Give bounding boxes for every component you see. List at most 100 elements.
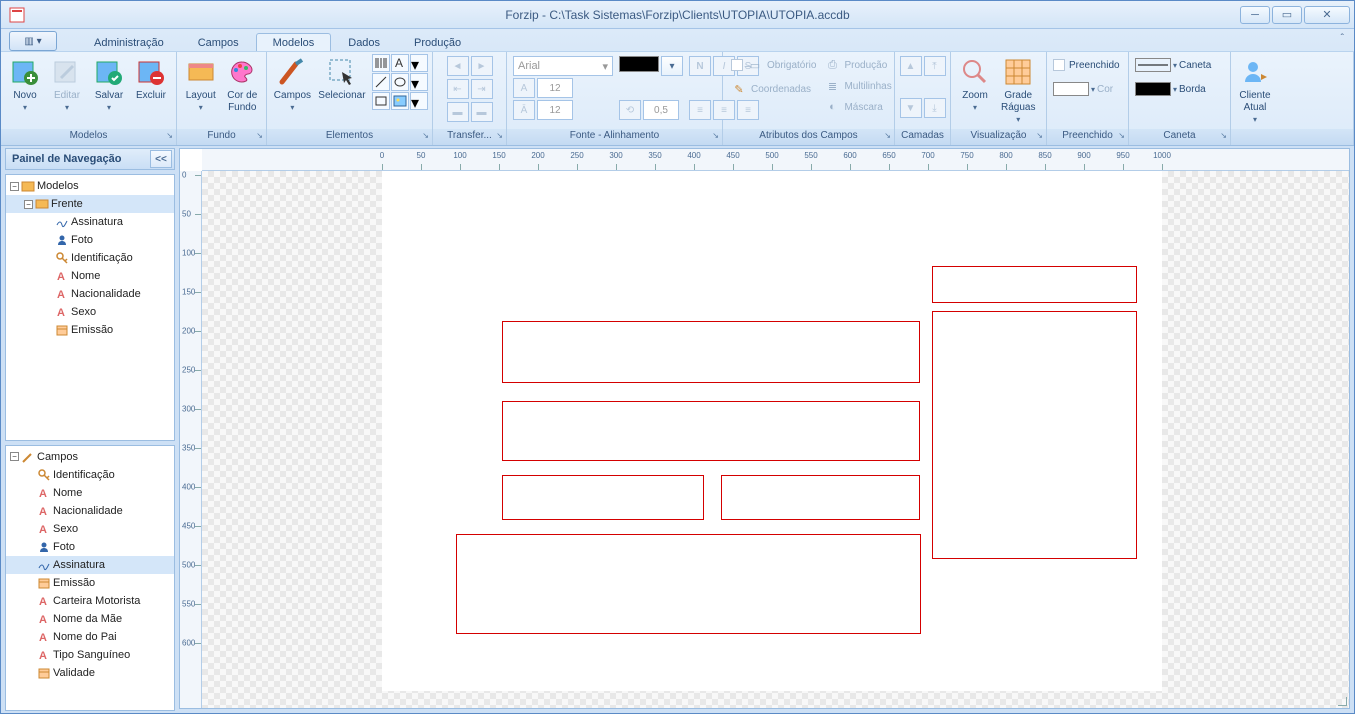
expand-icon[interactable]: −: [10, 452, 19, 461]
tree-root-campos[interactable]: − Campos: [6, 448, 174, 466]
pen-style-swatch[interactable]: [1135, 58, 1171, 72]
font-family-combo[interactable]: Arial▾: [513, 56, 613, 76]
tool-dropdown1[interactable]: ▾: [410, 54, 428, 72]
design-field-box[interactable]: [721, 475, 920, 520]
minimize-button[interactable]: ─: [1240, 6, 1270, 24]
design-field-box[interactable]: [456, 534, 921, 634]
campos-button[interactable]: Campos▾: [271, 54, 314, 116]
group-launcher[interactable]: ↘: [1036, 131, 1043, 140]
tab-produção[interactable]: Produção: [397, 33, 478, 51]
tree-root-modelos[interactable]: − Modelos: [6, 177, 174, 195]
font-size-spin[interactable]: 12: [537, 78, 573, 98]
design-field-box[interactable]: [502, 321, 920, 383]
selecionar-button[interactable]: Selecionar: [316, 54, 368, 104]
group-launcher[interactable]: ↘: [166, 131, 173, 140]
zoom-button[interactable]: Zoom▾: [955, 54, 995, 116]
excluir-button[interactable]: Excluir: [131, 54, 171, 104]
ribbon: ▥ ▾ AdministraçãoCamposModelosDadosProdu…: [1, 29, 1354, 146]
tree-item[interactable]: Assinatura: [6, 213, 174, 231]
transfer-first-button: ⇤: [447, 79, 469, 99]
field-icon: [55, 233, 69, 247]
tab-modelos[interactable]: Modelos: [256, 33, 332, 51]
tool-line[interactable]: [372, 73, 390, 91]
design-field-box[interactable]: [932, 311, 1137, 559]
tree-item[interactable]: Assinatura: [6, 556, 174, 574]
group-launcher[interactable]: ↘: [1220, 131, 1227, 140]
group-launcher[interactable]: ↘: [712, 131, 719, 140]
tree-item[interactable]: Emissão: [6, 574, 174, 592]
tree-item[interactable]: Foto: [6, 538, 174, 556]
tab-administração[interactable]: Administração: [77, 33, 181, 51]
layout-button[interactable]: Layout▾: [181, 54, 221, 116]
tool-image[interactable]: [391, 92, 409, 110]
resize-handle[interactable]: [1333, 692, 1347, 706]
tree-item[interactable]: Identificação: [6, 249, 174, 267]
tree-item[interactable]: Identificação: [6, 466, 174, 484]
tree-item[interactable]: Foto: [6, 231, 174, 249]
tree-item[interactable]: ANacionalidade: [6, 502, 174, 520]
tab-campos[interactable]: Campos: [181, 33, 256, 51]
tool-dropdown3[interactable]: ▾: [410, 92, 428, 110]
salvar-button[interactable]: Salvar▾: [89, 54, 129, 116]
font-color-swatch[interactable]: [619, 56, 659, 72]
font-size2-spin[interactable]: 12: [537, 100, 573, 120]
font-color-dropdown[interactable]: ▾: [661, 56, 683, 76]
nav-collapse-button[interactable]: <<: [150, 150, 172, 168]
tool-text[interactable]: A: [391, 54, 409, 72]
tool-ellipse[interactable]: [391, 73, 409, 91]
group-launcher[interactable]: ↘: [884, 131, 891, 140]
multi-icon: ≣: [824, 78, 840, 94]
tree-item[interactable]: ANome: [6, 267, 174, 285]
maximize-button[interactable]: ▭: [1272, 6, 1302, 24]
preenchido-check[interactable]: Preenchido: [1053, 58, 1120, 72]
border-color-swatch[interactable]: [1135, 82, 1171, 96]
group-caneta: ▾Caneta ▾Borda Caneta↘: [1129, 52, 1231, 145]
tree-item[interactable]: Validade: [6, 664, 174, 682]
novo-button[interactable]: Novo▾: [5, 54, 45, 116]
tool-barcode[interactable]: [372, 54, 390, 72]
producao-check[interactable]: ⎙Produção: [824, 56, 891, 74]
tree-item[interactable]: ANacionalidade: [6, 285, 174, 303]
tree-item[interactable]: ASexo: [6, 520, 174, 538]
cor-fundo-button[interactable]: Cor de Fundo: [223, 54, 263, 116]
tree-item[interactable]: ANome do Pai: [6, 628, 174, 646]
tree-item[interactable]: ANome: [6, 484, 174, 502]
design-field-box[interactable]: [932, 266, 1137, 303]
multilinhas-check[interactable]: ≣Multilinhas: [824, 77, 891, 95]
design-field-box[interactable]: [502, 401, 920, 461]
coordenadas-check[interactable]: ✎Coordenadas: [731, 80, 816, 98]
canvas-viewport[interactable]: [202, 171, 1349, 708]
tree-item[interactable]: ATipo Sanguíneo: [6, 646, 174, 664]
expand-icon[interactable]: −: [10, 182, 19, 191]
transfer-last-button: ⇥: [471, 79, 493, 99]
novo-icon: [9, 56, 41, 88]
tree-item[interactable]: ASexo: [6, 303, 174, 321]
close-button[interactable]: ✕: [1304, 6, 1350, 24]
grade-button[interactable]: Grade Ráguas▾: [997, 54, 1039, 128]
tree-item[interactable]: ACarteira Motorista: [6, 592, 174, 610]
tool-dropdown2[interactable]: ▾: [410, 73, 428, 91]
svg-text:A: A: [57, 289, 65, 301]
tree-item[interactable]: ANome da Mãe: [6, 610, 174, 628]
spacing-spin[interactable]: 0,5: [643, 100, 679, 120]
design-field-box[interactable]: [502, 475, 704, 520]
field-icon: A: [37, 612, 51, 626]
app-menu-button[interactable]: ▥ ▾: [9, 31, 57, 51]
tool-rect[interactable]: [372, 92, 390, 110]
obrigatorio-check[interactable]: ▭Obrigatório: [731, 56, 816, 74]
mascara-check[interactable]: ◐Máscara: [824, 98, 891, 116]
tab-dados[interactable]: Dados: [331, 33, 397, 51]
ribbon-collapse-button[interactable]: ˆ: [1341, 33, 1344, 44]
cliente-atual-button[interactable]: Cliente Atual▾: [1235, 54, 1275, 128]
group-launcher[interactable]: ↘: [256, 131, 263, 140]
fill-color-swatch[interactable]: [1053, 82, 1089, 96]
group-launcher[interactable]: ↘: [422, 131, 429, 140]
group-launcher[interactable]: ↘: [496, 131, 503, 140]
field-icon: [55, 251, 69, 265]
tree-node-frente[interactable]: − Frente: [6, 195, 174, 213]
tree-item[interactable]: Emissão: [6, 321, 174, 339]
expand-icon[interactable]: −: [24, 200, 33, 209]
card-icon: [35, 197, 49, 211]
field-icon: A: [55, 269, 69, 283]
group-launcher[interactable]: ↘: [1118, 131, 1125, 140]
